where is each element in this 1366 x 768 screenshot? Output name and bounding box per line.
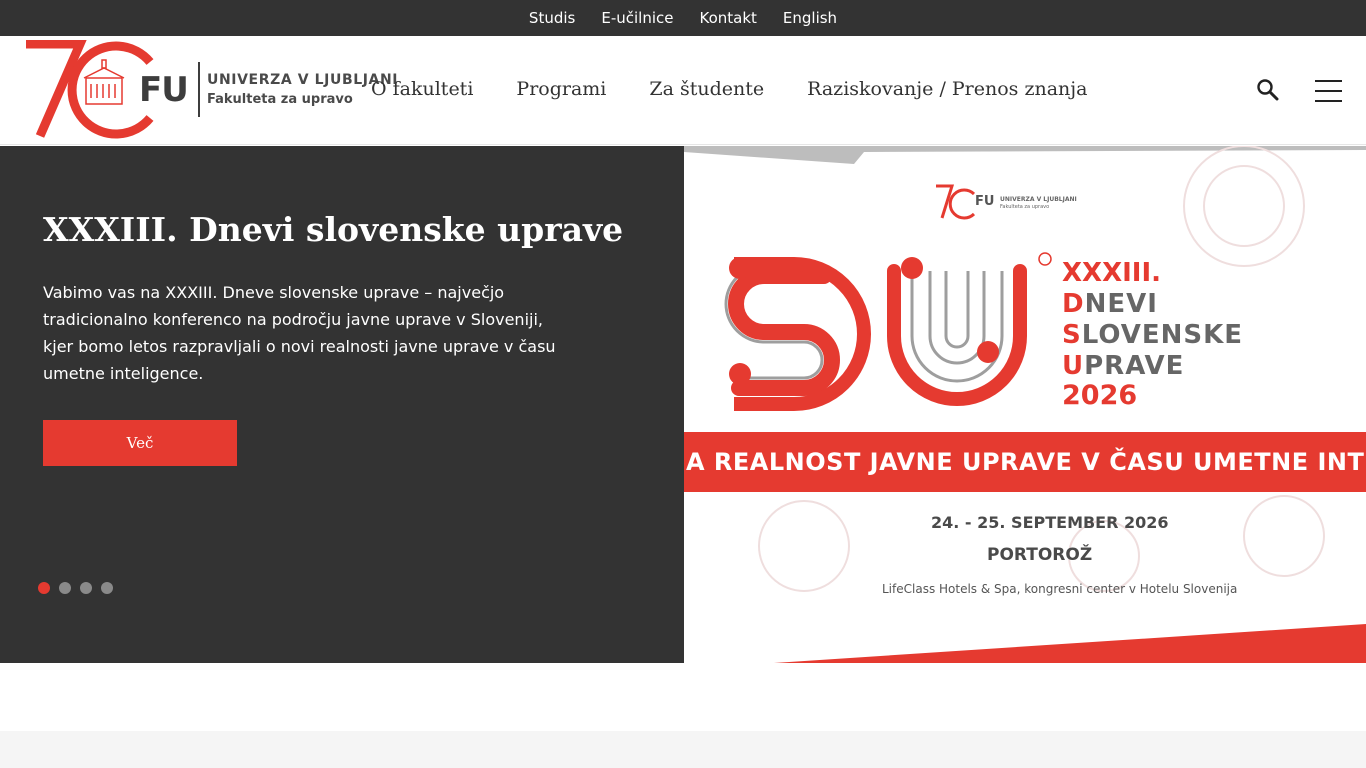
slider-dot-1[interactable] (38, 582, 50, 594)
logo-faculty-name: Fakulteta za upravo (207, 92, 353, 107)
slider-dot-2[interactable] (59, 582, 71, 594)
topbar-link-english[interactable]: English (783, 9, 837, 27)
poster-logo-university: UNIVERZA V LJUBLJANI (1000, 196, 1077, 203)
anniversary-70-logo-icon (26, 39, 154, 139)
site-logo[interactable] (22, 39, 392, 140)
menu-button[interactable] (1315, 80, 1343, 102)
poster-place: PORTOROŽ (987, 545, 1093, 565)
poster-dates: 24. - 25. SEPTEMBER 2026 (931, 513, 1169, 532)
logo-divider (198, 62, 200, 117)
nav-item-programi[interactable]: Programi (516, 78, 606, 100)
nav-item-o-fakulteti[interactable]: O fakulteti (371, 78, 473, 100)
hero-description: Vabimo vas na XXXIII. Dneve slovenske up… (43, 283, 556, 383)
logo-short-name: FU (139, 70, 189, 110)
search-icon (1257, 79, 1279, 101)
slider-dot-4[interactable] (101, 582, 113, 594)
search-button[interactable] (1255, 77, 1281, 103)
main-navigation: O fakulteti Programi Za študente Razisko… (371, 78, 1088, 100)
topbar-link-kontakt[interactable]: Kontakt (699, 9, 756, 27)
hamburger-menu-icon (1315, 80, 1342, 82)
slider-dot-3[interactable] (80, 582, 92, 594)
poster-logo-faculty: Fakulteta za upravo (1000, 204, 1050, 210)
poster-edition: XXXIII. (1062, 258, 1162, 288)
poster-banner-text: A REALNOST JAVNE UPRAVE V ČASU UMETNE IN… (686, 448, 1366, 476)
hero-title: XXXIII. Dnevi slovenske uprave (43, 210, 624, 249)
hero-more-button[interactable]: Več (43, 420, 237, 466)
topbar-link-e-ucilnice[interactable]: E-učilnice (601, 9, 673, 27)
slider-pagination (38, 582, 113, 594)
poster-logo-short-name: FU (975, 194, 995, 209)
topbar-link-studis[interactable]: Studis (529, 9, 575, 27)
poster-line-dnevi: DNEVI (1062, 289, 1158, 319)
nav-item-raziskovanje[interactable]: Raziskovanje / Prenos znanja (807, 78, 1087, 100)
poster-banner: A REALNOST JAVNE UPRAVE V ČASU UMETNE IN… (684, 432, 1366, 492)
top-utility-bar: Studis E-učilnice Kontakt English (0, 0, 1366, 36)
next-section-strip (0, 731, 1366, 768)
poster-venue: LifeClass Hotels & Spa, kongresni center… (882, 582, 1238, 596)
logo-university-name: UNIVERZA V LJUBLJANI (207, 72, 399, 88)
poster-year: 2026 (1062, 380, 1138, 411)
poster-line-slovenske: SLOVENSKE (1062, 320, 1244, 350)
poster-line-uprave: UPRAVE (1062, 351, 1185, 381)
nav-item-za-studente[interactable]: Za študente (649, 78, 764, 100)
